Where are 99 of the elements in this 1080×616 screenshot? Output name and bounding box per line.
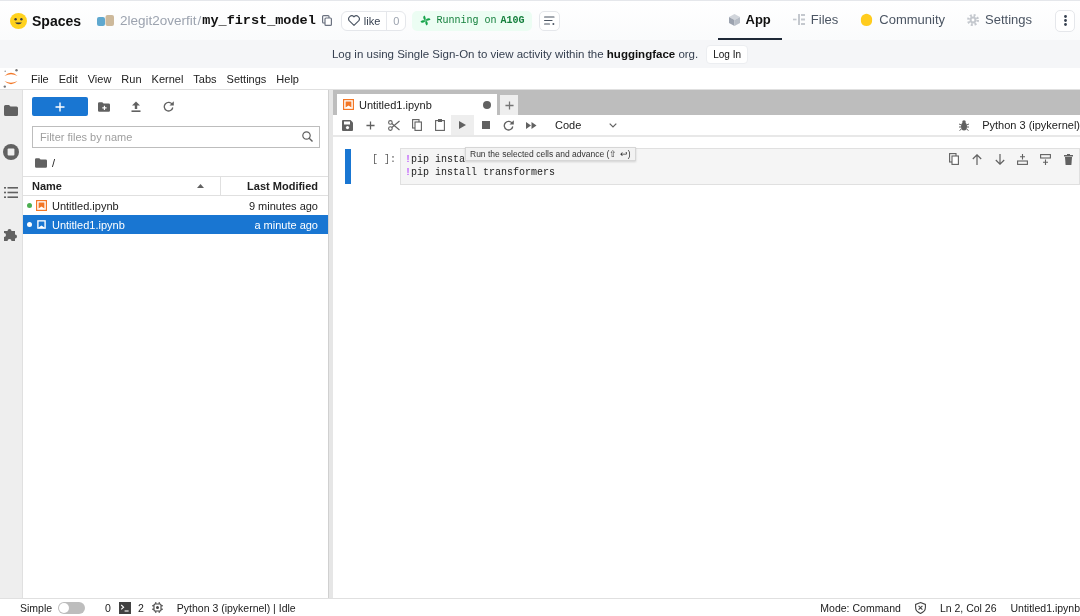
refresh-icon[interactable] bbox=[162, 101, 174, 112]
like-control[interactable]: like 0 bbox=[340, 10, 407, 31]
current-file: Untitled1.ipynb bbox=[1010, 601, 1080, 614]
terminal-icon[interactable] bbox=[118, 601, 131, 614]
puzzle-icon[interactable] bbox=[4, 226, 18, 241]
menu-item[interactable]: View bbox=[82, 72, 117, 85]
like-count: 0 bbox=[386, 11, 406, 30]
path-separator: / bbox=[197, 13, 202, 28]
folder-icon[interactable] bbox=[4, 105, 18, 116]
clipboard-icon[interactable] bbox=[434, 119, 445, 131]
repo-name[interactable]: my_first_model bbox=[202, 13, 316, 28]
upload-icon[interactable] bbox=[131, 101, 141, 112]
stop-circle-icon[interactable] bbox=[3, 143, 19, 160]
new-tab-button[interactable] bbox=[500, 95, 518, 115]
scissors-icon[interactable] bbox=[387, 119, 400, 131]
list-icon bbox=[544, 16, 556, 25]
kernel-name[interactable]: Python 3 (ipykernel) bbox=[974, 119, 1080, 131]
heart-icon bbox=[347, 15, 360, 26]
cell-type-dropdown[interactable]: Code bbox=[551, 115, 621, 135]
column-header[interactable]: Name bbox=[23, 177, 221, 195]
simple-mode-label: Simple bbox=[20, 601, 53, 614]
insert-above-icon[interactable] bbox=[1017, 153, 1028, 165]
nav-tab[interactable]: Community bbox=[849, 1, 956, 40]
menu-item[interactable]: Run bbox=[116, 72, 147, 85]
nav-tab[interactable]: Files bbox=[781, 1, 850, 40]
chevron-down-icon bbox=[609, 122, 617, 128]
jupyter-logo-icon[interactable] bbox=[3, 69, 19, 88]
notebook-icon bbox=[36, 200, 47, 211]
filter-field[interactable]: Filter files by name bbox=[32, 126, 320, 148]
kernel-status[interactable]: Python 3 (ipykernel) | Idle bbox=[176, 601, 296, 614]
plus-icon bbox=[55, 101, 65, 112]
simple-mode-toggle[interactable] bbox=[58, 601, 86, 614]
kernel-count[interactable]: 2 bbox=[137, 601, 144, 614]
avatar-icon bbox=[97, 15, 115, 26]
search-icon bbox=[302, 131, 313, 142]
menu-item[interactable]: File bbox=[26, 72, 54, 85]
file-name: Untitled1.ipynb bbox=[52, 218, 126, 231]
status-badge[interactable]: Running on A10G bbox=[412, 10, 533, 31]
more-button[interactable] bbox=[1055, 9, 1075, 32]
menu-item[interactable]: Kernel bbox=[146, 72, 189, 85]
bug-icon[interactable] bbox=[959, 119, 970, 131]
like-button[interactable]: like bbox=[341, 11, 387, 30]
file-name: Untitled.ipynb bbox=[52, 199, 120, 212]
plus-icon bbox=[366, 120, 375, 130]
menu-button[interactable] bbox=[539, 10, 561, 31]
stop-icon[interactable] bbox=[481, 121, 490, 129]
plus-icon bbox=[504, 100, 514, 110]
nav-tab[interactable]: Settings bbox=[956, 1, 1043, 40]
file-modified: a minute ago bbox=[254, 218, 318, 231]
copy-icon[interactable] bbox=[411, 119, 422, 131]
unsaved-dot-icon[interactable] bbox=[483, 100, 491, 109]
cube-icon bbox=[728, 13, 740, 26]
trash-icon[interactable] bbox=[1064, 153, 1073, 165]
tooltip: Run the selected cells and advance (⇧ ↩) bbox=[465, 147, 636, 161]
folder-plus-icon[interactable] bbox=[98, 101, 110, 112]
active-cell-bar[interactable] bbox=[345, 149, 351, 184]
new-launcher-button[interactable] bbox=[32, 97, 88, 116]
menu-item[interactable]: Tabs bbox=[188, 72, 222, 85]
hardware-label: A10G bbox=[500, 15, 525, 26]
notebook-icon bbox=[36, 219, 47, 230]
input-prompt: [ ]: bbox=[371, 153, 397, 167]
file-row[interactable]: Untitled.ipynb 9 minutes ago bbox=[23, 196, 328, 215]
kernel-icon[interactable] bbox=[151, 602, 163, 613]
file-row[interactable]: Untitled1.ipynb a minute ago bbox=[23, 215, 328, 234]
emoji-icon bbox=[860, 13, 874, 26]
duplicate-icon[interactable] bbox=[948, 153, 959, 165]
code-line: !pip install transformers bbox=[405, 166, 556, 179]
code-line: !pip insta bbox=[405, 153, 466, 166]
breadcrumb-path[interactable]: / bbox=[52, 157, 56, 169]
list-icon[interactable] bbox=[4, 187, 18, 198]
menu-item[interactable]: Help bbox=[271, 72, 304, 85]
notebook-tab[interactable]: Untitled1.ipynb bbox=[337, 94, 497, 115]
login-button[interactable]: Log In bbox=[706, 44, 749, 64]
menu-item[interactable]: Edit bbox=[53, 72, 83, 85]
column-header[interactable]: Last Modified bbox=[221, 177, 328, 195]
run-button[interactable] bbox=[451, 115, 474, 135]
notebook-icon bbox=[343, 99, 354, 110]
fan-icon bbox=[420, 15, 432, 26]
fast-forward-icon[interactable] bbox=[526, 121, 537, 129]
folder-icon[interactable] bbox=[35, 158, 47, 168]
arrow-up-icon[interactable] bbox=[971, 153, 982, 165]
more-icon bbox=[1063, 15, 1067, 26]
terminal-count[interactable]: 0 bbox=[105, 601, 111, 614]
spaces-label[interactable]: Spaces bbox=[32, 12, 82, 29]
play-icon[interactable] bbox=[459, 121, 466, 129]
arrow-down-icon[interactable] bbox=[994, 153, 1005, 165]
status-text: Running on bbox=[436, 15, 497, 26]
restart-icon[interactable] bbox=[503, 119, 514, 131]
insert-below-icon[interactable] bbox=[1040, 153, 1051, 165]
banner-message: Log in using Single Sign-On to view activity within the huggingface org. bbox=[331, 48, 699, 60]
gear-icon bbox=[967, 13, 979, 26]
file-modified: 9 minutes ago bbox=[248, 199, 318, 212]
copy-icon[interactable] bbox=[321, 15, 332, 26]
mode-indicator[interactable]: Mode: Command bbox=[820, 601, 901, 614]
cursor-position[interactable]: Ln 2, Col 26 bbox=[939, 601, 997, 614]
smiley-logo-icon[interactable] bbox=[10, 12, 27, 29]
menu-item[interactable]: Settings bbox=[221, 72, 272, 85]
file-list-icon bbox=[792, 14, 805, 25]
shield-x-icon[interactable] bbox=[914, 601, 926, 614]
